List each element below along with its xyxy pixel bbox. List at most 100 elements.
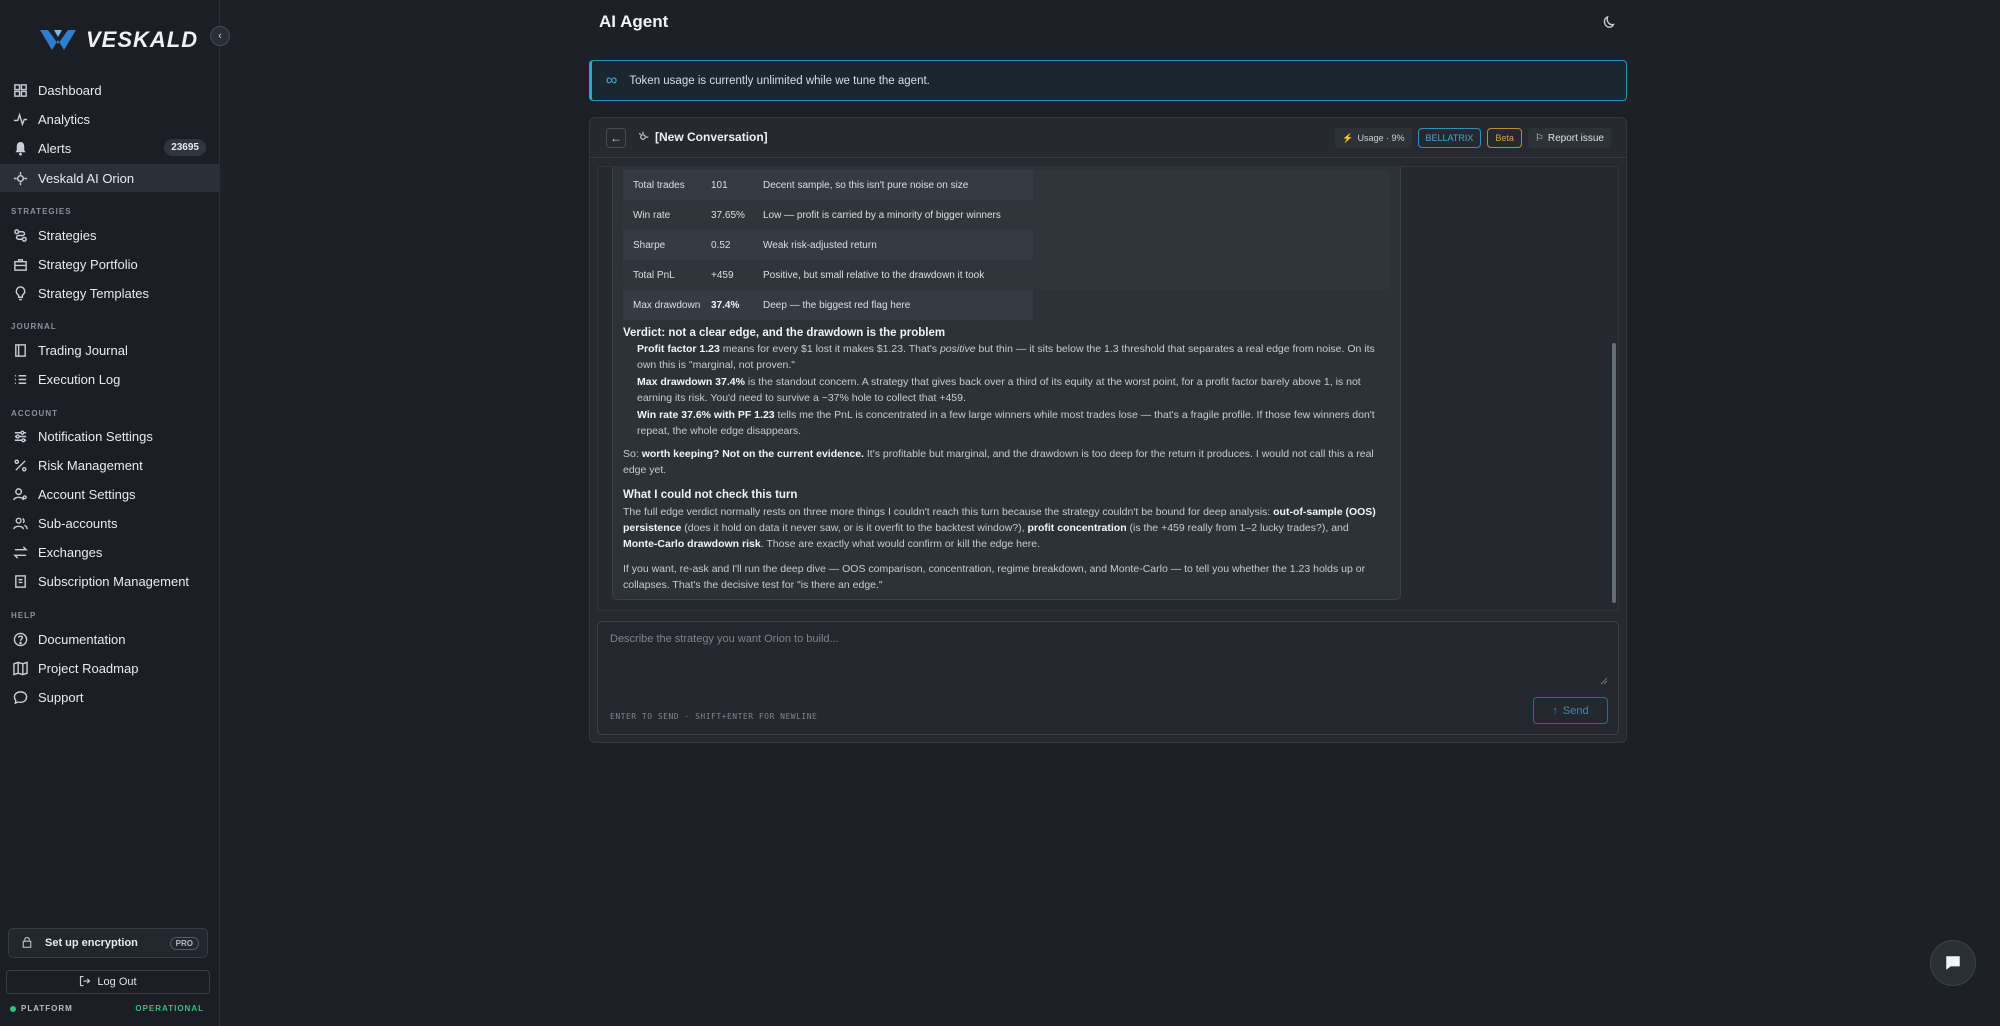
conversation-panel: ← [New Conversation] ⚡ Usage · 9% BELLATR… <box>589 117 1627 743</box>
metric-name: Sharpe <box>633 239 666 251</box>
platform-status-value: OPERATIONAL <box>135 1004 204 1013</box>
sidebar-item-strategy-portfolio[interactable]: Strategy Portfolio <box>0 250 220 278</box>
metric-name: Win rate <box>633 209 671 221</box>
sidebar-item-subscription-management[interactable]: Subscription Management <box>0 567 220 595</box>
usage-indicator[interactable]: ⚡ Usage · 9% <box>1335 128 1412 148</box>
sidebar-item-account-settings[interactable]: Account Settings <box>0 480 220 508</box>
sidebar-item-label: Execution Log <box>38 371 121 387</box>
send-label: Send <box>1562 704 1589 717</box>
sidebar-item-strategy-templates[interactable]: Strategy Templates <box>0 279 220 307</box>
scrollbar-thumb[interactable] <box>1612 343 1616 603</box>
usage-text: Usage · 9% <box>1357 133 1405 143</box>
check-text-4: . Those are exactly what would confirm o… <box>760 538 1041 550</box>
sidebar-item-label: Project Roadmap <box>38 660 139 676</box>
final-paragraph: If you want, re-ask and I'll run the dee… <box>623 561 1365 593</box>
keyboard-hint: ENTER TO SEND · SHIFT+ENTER FOR NEWLINE <box>610 712 818 721</box>
conversation-title-wrap: [New Conversation] <box>637 130 768 144</box>
sidebar-item-notification-settings[interactable]: Notification Settings <box>0 422 220 450</box>
back-button[interactable]: ← <box>606 128 626 148</box>
metric-name: Max drawdown <box>633 299 701 311</box>
map-icon <box>12 660 28 676</box>
check-bold-1b: persistence <box>623 522 682 534</box>
logout-button[interactable]: Log Out <box>6 970 210 994</box>
dd-text-2: earning its risk. You'd need to survive … <box>637 392 966 404</box>
table-row: Win rate 37.65% Low — profit is carried by… <box>623 200 1033 230</box>
win-rate-point: Win rate 37.6% with PF 1.23 tells me the… <box>637 407 1375 439</box>
brand-logo[interactable]: VESKALD <box>38 24 198 56</box>
sidebar-item-strategies[interactable]: Strategies <box>0 221 220 249</box>
message-composer[interactable]: Describe the strategy you want Orion to … <box>597 621 1619 735</box>
table-row: Sharpe 0.52 Weak risk-adjusted return <box>623 230 1033 260</box>
sidebar-item-label: Dashboard <box>38 82 102 98</box>
sidebar-item-risk-management[interactable]: Risk Management <box>0 451 220 479</box>
sidebar-item-label: Veskald AI Orion <box>38 170 135 186</box>
table-row: Max drawdown 37.4% Deep — the biggest red … <box>623 290 1033 320</box>
so-text-2: It's profitable but marginal, and the dr… <box>863 448 1374 460</box>
banner-text: Token usage is currently unlimited while… <box>629 74 930 87</box>
list-icon <box>12 371 28 387</box>
section-help: HELP <box>11 611 37 620</box>
sidebar-item-alerts[interactable]: Alerts 23695 <box>0 134 220 162</box>
page-scrollbar[interactable] <box>1988 0 2000 1026</box>
sidebar-item-label: Trading Journal <box>38 342 128 358</box>
metric-value: 101 <box>711 179 728 191</box>
briefcase-icon <box>12 256 28 272</box>
pf-em: positive <box>939 343 976 355</box>
theme-toggle-button[interactable] <box>1601 14 1617 35</box>
chat-bubble-icon <box>12 689 28 705</box>
sidebar-item-trading-journal[interactable]: Trading Journal <box>0 336 220 364</box>
sidebar-item-label: Analytics <box>38 111 91 127</box>
sidebar-item-analytics[interactable]: Analytics <box>0 105 220 133</box>
sidebar-item-execution-log[interactable]: Execution Log <box>0 365 220 393</box>
pf-bold: Profit factor 1.23 <box>637 343 720 355</box>
wr-text-1: tells me the PnL is concentrated in a fe… <box>774 409 1375 421</box>
encryption-label: Set up encryption <box>45 937 138 949</box>
drawdown-point: Max drawdown 37.4% is the standout conce… <box>637 374 1361 406</box>
sidebar-item-label: Support <box>38 689 84 705</box>
report-issue-button[interactable]: ⚐ Report issue <box>1527 128 1611 148</box>
brand-name: VESKALD <box>86 27 199 52</box>
sidebar-item-exchanges[interactable]: Exchanges <box>0 538 220 566</box>
metric-name: Total trades <box>633 179 685 191</box>
platform-label-wrap: PLATFORM <box>10 1004 73 1013</box>
veskald-logo-icon <box>40 30 76 50</box>
platform-status: PLATFORM OPERATIONAL <box>10 1004 204 1013</box>
collapse-sidebar-button[interactable]: ‹ <box>210 26 230 46</box>
section-journal: JOURNAL <box>11 322 57 331</box>
message-scroll-area[interactable]: Total trades 101 Decent sample, so this is… <box>597 166 1619 611</box>
resize-handle-icon[interactable] <box>1600 677 1608 685</box>
summary-paragraph: So: worth keeping? Not on the current ev… <box>623 446 1374 478</box>
sidebar-item-veskald-ai-orion[interactable]: Veskald AI Orion <box>0 164 220 192</box>
so-text: So: <box>623 448 642 460</box>
arrow-left-icon: ← <box>610 131 622 145</box>
logout-label: Log Out <box>97 976 137 988</box>
model-badge[interactable]: BELLATRIX <box>1417 128 1482 148</box>
conversation-title: [New Conversation] <box>655 130 768 144</box>
setup-encryption-button[interactable]: Set up encryption PRO <box>8 928 208 958</box>
sidebar-item-documentation[interactable]: Documentation <box>0 625 220 653</box>
sidebar-item-sub-accounts[interactable]: Sub-accounts <box>0 509 220 537</box>
metric-value: 37.65% <box>711 209 745 221</box>
sidebar-item-label: Risk Management <box>38 457 143 473</box>
composer-input[interactable]: Describe the strategy you want Orion to … <box>610 633 839 645</box>
pulse-icon <box>12 111 28 127</box>
sidebar-item-label: Strategy Templates <box>38 285 150 301</box>
metric-note: Weak risk-adjusted return <box>763 239 877 251</box>
check-text-2: (does it hold on data it never saw, or i… <box>681 522 1028 534</box>
swap-icon <box>12 544 28 560</box>
support-chat-button[interactable] <box>1930 940 1976 986</box>
header-actions: ⚡ Usage · 9% BELLATRIX Beta ⚐ Report issue <box>1335 128 1611 148</box>
sidebar-item-project-roadmap[interactable]: Project Roadmap <box>0 654 220 682</box>
send-button[interactable]: ↑ Send <box>1533 697 1608 724</box>
sidebar-item-support[interactable]: Support <box>0 683 220 711</box>
final-text-2: collapses. That's the decisive test for … <box>623 579 883 591</box>
table-row: Total trades 101 Decent sample, so this is… <box>623 170 1033 200</box>
sidebar-item-label: Notification Settings <box>38 428 153 444</box>
metric-note: Decent sample, so this isn't pure noise … <box>763 179 969 191</box>
platform-label: PLATFORM <box>21 1004 73 1013</box>
metrics-table: Total trades 101 Decent sample, so this is… <box>623 170 1390 320</box>
sidebar-item-dashboard[interactable]: Dashboard <box>0 76 220 104</box>
lock-icon <box>21 936 33 951</box>
verdict-heading: Verdict: not a clear edge, and the drawd… <box>623 327 946 339</box>
metric-name: Total PnL <box>633 269 675 281</box>
